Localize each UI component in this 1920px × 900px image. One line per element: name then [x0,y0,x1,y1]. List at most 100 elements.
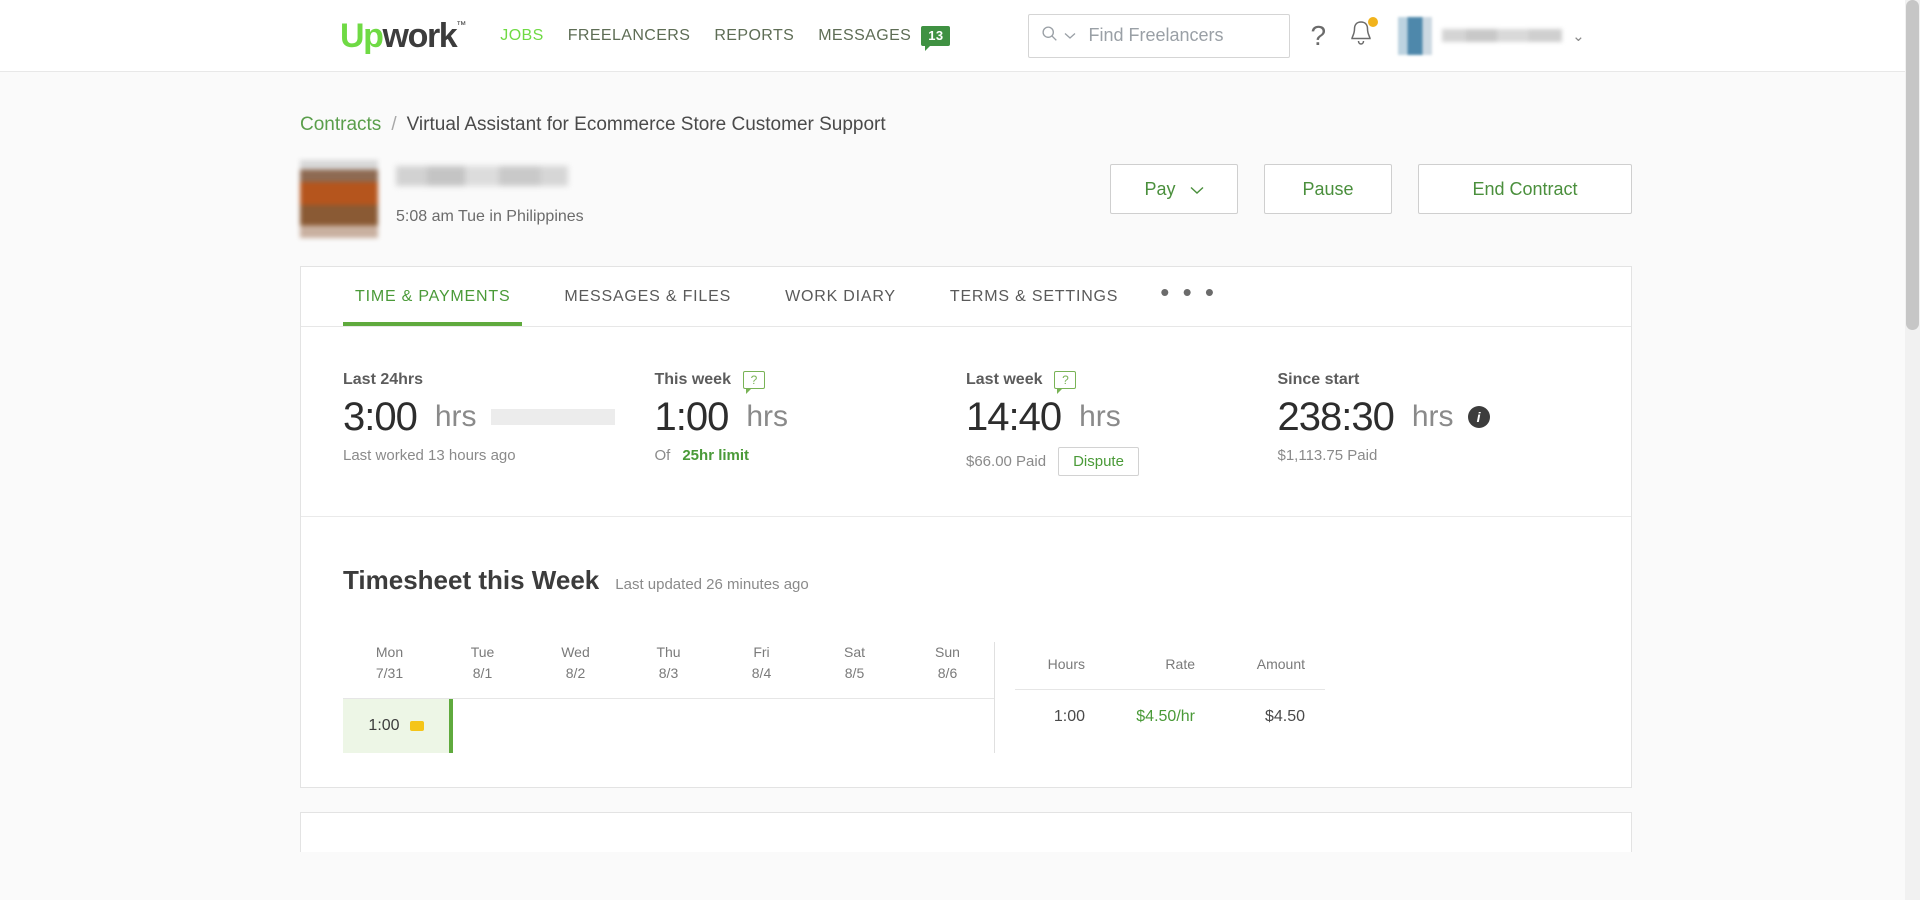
tab-work-diary[interactable]: WORK DIARY [773,268,908,325]
breadcrumb: Contracts / Virtual Assistant for Ecomme… [300,72,1920,136]
timesheet-last-updated: Last updated 26 minutes ago [615,576,808,593]
tab-terms-and-settings[interactable]: TERMS & SETTINGS [938,268,1130,325]
day-name: Sat [808,642,901,663]
stat-since-start-unit: hrs [1412,400,1454,434]
freelancer-summary: 5:08 am Tue in Philippines [300,160,584,238]
day-date: 8/6 [901,663,994,684]
timesheet-row-amount: $4.50 [1195,708,1305,726]
top-navigation-bar: Upwork™ JOBS FREELANCERS REPORTS MESSAGE… [0,0,1920,72]
end-contract-button[interactable]: End Contract [1418,164,1632,214]
day-name: Wed [529,642,622,663]
timesheet-row-rate: $4.50/hr [1085,708,1195,726]
info-icon[interactable]: i [1468,406,1490,428]
day-name: Tue [436,642,529,663]
help-icon[interactable]: ? [1310,22,1326,50]
freelancer-name-redacted [396,166,568,186]
freelancer-local-time: 5:08 am Tue in Philippines [396,208,584,226]
time-summary-stats: Last 24hrs 3:00 hrs Last worked 13 hours… [301,327,1631,517]
stat-last-24hrs-sub: Last worked 13 hours ago [343,447,655,464]
stat-since-start-paid: $1,113.75 Paid [1278,447,1590,464]
stat-this-week-limit: 25hr limit [682,447,749,464]
tabs-overflow-menu-icon[interactable]: • • • [1160,277,1217,316]
stat-last-24hrs-value: 3:00 [343,395,417,439]
timesheet-cell-mon[interactable]: 1:00 [343,699,453,753]
contract-detail-card: TIME & PAYMENTS MESSAGES & FILES WORK DI… [300,266,1632,788]
nav-item-reports[interactable]: REPORTS [702,27,806,45]
logo-trademark: ™ [456,21,466,31]
day-date: 7/31 [343,663,436,684]
timesheet-table: Mon 7/31 Tue 8/1 Wed 8/2 Thu [343,642,1589,753]
dispute-button[interactable]: Dispute [1058,447,1139,476]
timesheet-col-thu: Thu 8/3 [622,642,715,698]
search-input[interactable]: Find Freelancers [1088,25,1223,46]
scrollbar-thumb[interactable] [1906,0,1919,330]
stat-last-24hrs: Last 24hrs 3:00 hrs Last worked 13 hours… [343,371,655,476]
stat-last-24hrs-redacted-bar [491,409,615,425]
upwork-logo[interactable]: Upwork™ [340,19,466,53]
nav-item-freelancers[interactable]: FREELANCERS [556,27,703,45]
search-category-chevron-down-icon[interactable] [1064,27,1076,45]
timesheet-row-hours: 1:00 [995,708,1085,726]
chevron-down-icon[interactable]: ⌄ [1572,27,1585,45]
next-section-card [300,812,1632,852]
contract-tabs: TIME & PAYMENTS MESSAGES & FILES WORK DI… [301,267,1631,327]
tab-messages-and-files[interactable]: MESSAGES & FILES [552,268,743,325]
day-date: 8/3 [622,663,715,684]
notification-dot-badge [1368,17,1378,27]
pay-button[interactable]: Pay [1110,164,1238,214]
day-name: Mon [343,642,436,663]
timesheet-col-wed: Wed 8/2 [529,642,622,698]
timesheet-col-sun: Sun 8/6 [901,642,994,698]
stat-last-week: Last week ? 14:40 hrs $66.00 Paid Disput… [966,371,1278,476]
page-title: Virtual Assistant for Ecommerce Store Cu… [407,114,886,136]
day-name: Fri [715,642,808,663]
stat-this-week-unit: hrs [746,400,788,434]
timesheet-totals: Hours Rate Amount 1:00 $4.50/hr $4.50 [994,642,1325,753]
timesheet-day-headers: Mon 7/31 Tue 8/1 Wed 8/2 Thu [343,642,994,698]
manual-time-marker-icon [410,721,424,731]
timesheet-col-rate: Rate [1085,642,1195,689]
page-content: Contracts / Virtual Assistant for Ecomme… [0,72,1920,852]
messages-count-badge: 13 [921,26,950,46]
timesheet-col-fri: Fri 8/4 [715,642,808,698]
user-name-redacted [1442,29,1562,42]
contract-actions: Pay Pause End Contract [1110,160,1632,214]
stat-last-24hrs-unit: hrs [435,400,477,434]
stat-this-week-label: This week [655,371,731,389]
day-date: 8/1 [436,663,529,684]
timesheet-title: Timesheet this Week [343,565,599,596]
page-scrollbar[interactable] [1905,0,1920,900]
stat-this-week-value: 1:00 [655,395,729,439]
stat-last-week-label: Last week [966,371,1042,389]
stat-last-week-paid: $66.00 Paid [966,453,1046,470]
breadcrumb-link-contracts[interactable]: Contracts [300,114,381,136]
stat-last-week-unit: hrs [1079,400,1121,434]
chevron-down-icon [1190,179,1204,200]
notification-bell-icon[interactable] [1348,19,1374,52]
timesheet-col-sat: Sat 8/5 [808,642,901,698]
search-freelancers-box[interactable]: Find Freelancers [1028,14,1290,58]
help-bubble-icon[interactable]: ? [743,371,765,389]
help-bubble-icon[interactable]: ? [1054,371,1076,389]
day-date: 8/4 [715,663,808,684]
day-date: 8/2 [529,663,622,684]
timesheet-col-amount: Amount [1195,642,1305,689]
logo-text-up: Up [340,19,383,53]
breadcrumb-separator: / [391,114,396,136]
timesheet-cells-empty [453,699,994,753]
contract-header-row: 5:08 am Tue in Philippines Pay Pause End… [300,160,1920,238]
avatar [1398,17,1432,55]
stat-this-week-sub-prefix: Of [655,447,671,464]
table-row[interactable]: 1:00 [343,699,994,753]
freelancer-avatar[interactable] [300,160,378,238]
stat-since-start-label: Since start [1278,371,1360,389]
nav-item-messages[interactable]: MESSAGES 13 [806,26,956,46]
day-name: Thu [622,642,715,663]
nav-item-jobs[interactable]: JOBS [488,27,555,45]
tab-time-and-payments[interactable]: TIME & PAYMENTS [343,268,522,325]
timesheet-col-hours: Hours [995,642,1085,689]
pause-button[interactable]: Pause [1264,164,1392,214]
timesheet-col-mon: Mon 7/31 [343,642,436,698]
user-profile-menu[interactable]: ⌄ [1398,17,1585,55]
stat-last-week-value: 14:40 [966,395,1061,439]
